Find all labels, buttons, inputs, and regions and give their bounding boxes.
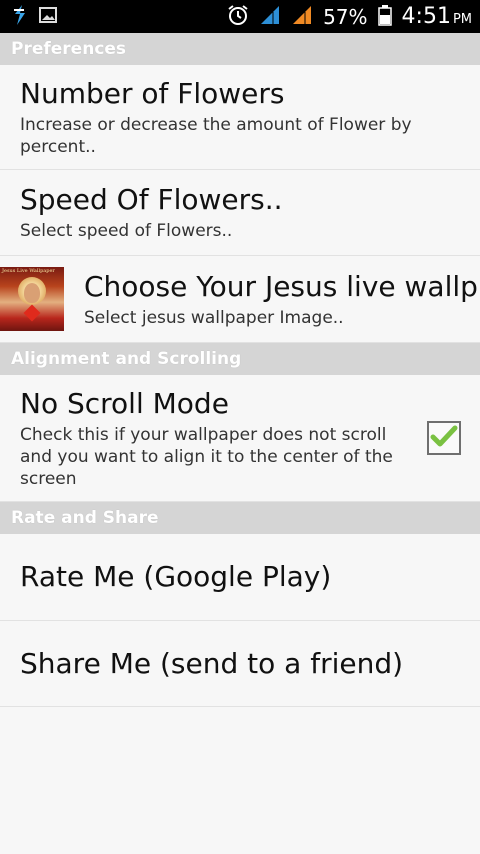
section-header-alignment: Alignment and Scrolling — [0, 343, 480, 375]
speed-of-flowers-pref[interactable]: Speed Of Flowers.. Select speed of Flowe… — [0, 170, 480, 256]
pref-summary: Select jesus wallpaper Image.. — [84, 307, 344, 328]
alarm-icon — [227, 4, 249, 30]
section-header-rate-share: Rate and Share — [0, 502, 480, 534]
thumbnail-caption: Jesus Live Wallpaper — [2, 268, 55, 274]
pref-title: Choose Your Jesus live wallp — [84, 269, 478, 303]
usb-debug-icon — [12, 4, 28, 30]
pref-summary: Check this if your wallpaper does not sc… — [20, 424, 393, 489]
pref-title: Share Me (send to a friend) — [20, 646, 404, 680]
number-of-flowers-pref[interactable]: Number of Flowers Increase or decrease t… — [0, 65, 480, 170]
signal-icon — [291, 4, 313, 30]
pref-summary: Increase or decrease the amount of Flowe… — [20, 114, 412, 157]
status-left — [12, 4, 58, 30]
pref-text: No Scroll Mode Check this if your wallpa… — [0, 387, 427, 490]
pref-title: Number of Flowers — [20, 76, 285, 110]
clock-ampm: PM — [452, 12, 472, 27]
clock-time: 4:51 — [401, 4, 451, 29]
choose-wallpaper-pref[interactable]: Jesus Live Wallpaper Choose Your Jesus l… — [0, 256, 480, 343]
jesus-wallpaper-thumbnail: Jesus Live Wallpaper — [0, 267, 64, 331]
section-header-preferences: Preferences — [0, 33, 480, 65]
pref-text: Share Me (send to a friend) — [0, 647, 480, 681]
pref-summary: Select speed of Flowers.. — [20, 221, 233, 241]
pref-text: Speed Of Flowers.. Select speed of Flowe… — [0, 183, 480, 242]
checkmark-icon — [430, 424, 458, 452]
rate-me-pref[interactable]: Rate Me (Google Play) — [0, 534, 480, 621]
image-notification-icon — [38, 6, 58, 28]
battery-icon — [377, 4, 392, 30]
pref-text: Rate Me (Google Play) — [0, 560, 480, 594]
battery-percent: 57% — [323, 4, 368, 29]
share-me-pref[interactable]: Share Me (send to a friend) — [0, 621, 480, 707]
pref-text: Choose Your Jesus live wallp Select jesu… — [64, 270, 480, 329]
pref-text: Number of Flowers Increase or decrease t… — [0, 77, 480, 158]
pref-title: No Scroll Mode — [20, 386, 229, 420]
status-bar: 57% 4:51 PM — [0, 0, 480, 33]
pref-title: Rate Me (Google Play) — [20, 560, 332, 593]
no-scroll-mode-pref[interactable]: No Scroll Mode Check this if your wallpa… — [0, 375, 480, 502]
no-scroll-checkbox[interactable] — [427, 421, 461, 455]
signal-icon — [259, 4, 281, 30]
clock: 4:51 PM — [402, 4, 472, 29]
pref-title: Speed Of Flowers.. — [20, 183, 283, 216]
status-right: 57% 4:51 PM — [227, 4, 472, 30]
